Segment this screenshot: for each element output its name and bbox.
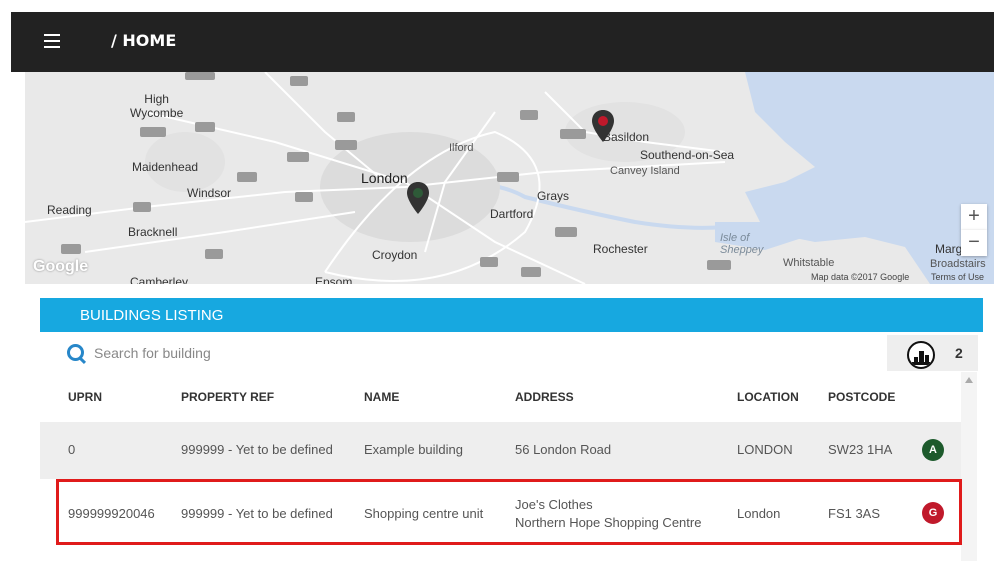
cell-postcode: FS1 3AS [828, 506, 881, 521]
column-header[interactable]: LOCATION [737, 390, 799, 404]
map-label: Reading [47, 203, 92, 217]
search-input[interactable] [92, 342, 396, 364]
zoom-in-button[interactable]: + [961, 204, 987, 230]
search-bar [40, 333, 983, 371]
map-label: Canvey Island [610, 165, 680, 177]
map-label: Rochester [593, 242, 648, 256]
map-label: Broadstairs [930, 258, 986, 270]
building-count-value: 2 [955, 345, 963, 361]
table-header: UPRN PROPERTY REF NAME ADDRESS LOCATION … [40, 372, 961, 422]
cell-address: Joe's Clothes Northern Hope Shopping Cen… [515, 496, 701, 532]
column-header[interactable]: ADDRESS [515, 390, 574, 404]
map-label: Windsor [187, 186, 232, 200]
cell-location: LONDON [737, 442, 793, 457]
column-header[interactable]: NAME [364, 390, 399, 404]
scroll-up-arrow-icon[interactable] [965, 377, 973, 383]
map-label: Maidenhead [132, 160, 199, 174]
address-line: Joe's Clothes [515, 497, 593, 512]
map-label: Whitstable [783, 257, 835, 269]
cell-location: London [737, 506, 781, 521]
map-label: Ilford [449, 142, 474, 154]
column-header[interactable]: PROPERTY REF [181, 390, 274, 404]
map-label: Epsom [315, 275, 353, 284]
breadcrumb: / HOME [111, 31, 177, 50]
map-label: Croydon [372, 248, 418, 262]
column-header[interactable]: POSTCODE [828, 390, 895, 404]
map-label: Grays [537, 189, 570, 203]
table-row[interactable]: 0 999999 - Yet to be defined Example bui… [40, 422, 961, 479]
listing-header: BUILDINGS LISTING [40, 298, 983, 332]
map-label: Isle of Sheppey [720, 232, 764, 256]
map-label: Southend-on-Sea [640, 148, 735, 162]
map-pin-icon[interactable] [592, 110, 614, 142]
map-attribution: Map data ©2017 Google [811, 272, 910, 282]
zoom-out-button[interactable]: − [961, 230, 987, 256]
terms-link[interactable]: Terms of Use [931, 272, 984, 282]
building-icon [907, 341, 935, 369]
cell-property-ref: 999999 - Yet to be defined [181, 506, 333, 521]
cell-postcode: SW23 1HA [828, 442, 893, 457]
menu-icon[interactable] [44, 34, 60, 48]
map-label: Camberley [130, 275, 189, 284]
cell-name: Example building [364, 442, 464, 457]
address-line: Northern Hope Shopping Centre [515, 515, 702, 530]
map-view[interactable]: High Wycombe Maidenhead Windsor Reading … [25, 72, 994, 284]
search-icon [67, 344, 84, 361]
column-header[interactable]: UPRN [68, 390, 102, 404]
building-count: 2 [887, 335, 978, 371]
cell-property-ref: 999999 - Yet to be defined [181, 442, 333, 457]
cell-name: Shopping centre unit [364, 506, 484, 521]
map-label: Bracknell [128, 225, 178, 239]
rating-badge: G [922, 502, 944, 524]
map-label: Dartford [490, 207, 534, 221]
scrollbar[interactable] [961, 372, 977, 561]
table-row[interactable]: 999999920046 999999 - Yet to be defined … [40, 480, 961, 543]
google-logo: Google [33, 258, 89, 275]
rating-badge: A [922, 439, 944, 461]
map-label: High Wycombe [130, 92, 184, 120]
listing-title: BUILDINGS LISTING [80, 307, 224, 324]
cell-address: 56 London Road [515, 442, 612, 457]
cell-uprn: 999999920046 [68, 506, 155, 521]
cell-uprn: 0 [68, 442, 76, 457]
map-label: London [361, 170, 408, 186]
map-pin-icon[interactable] [407, 182, 429, 214]
